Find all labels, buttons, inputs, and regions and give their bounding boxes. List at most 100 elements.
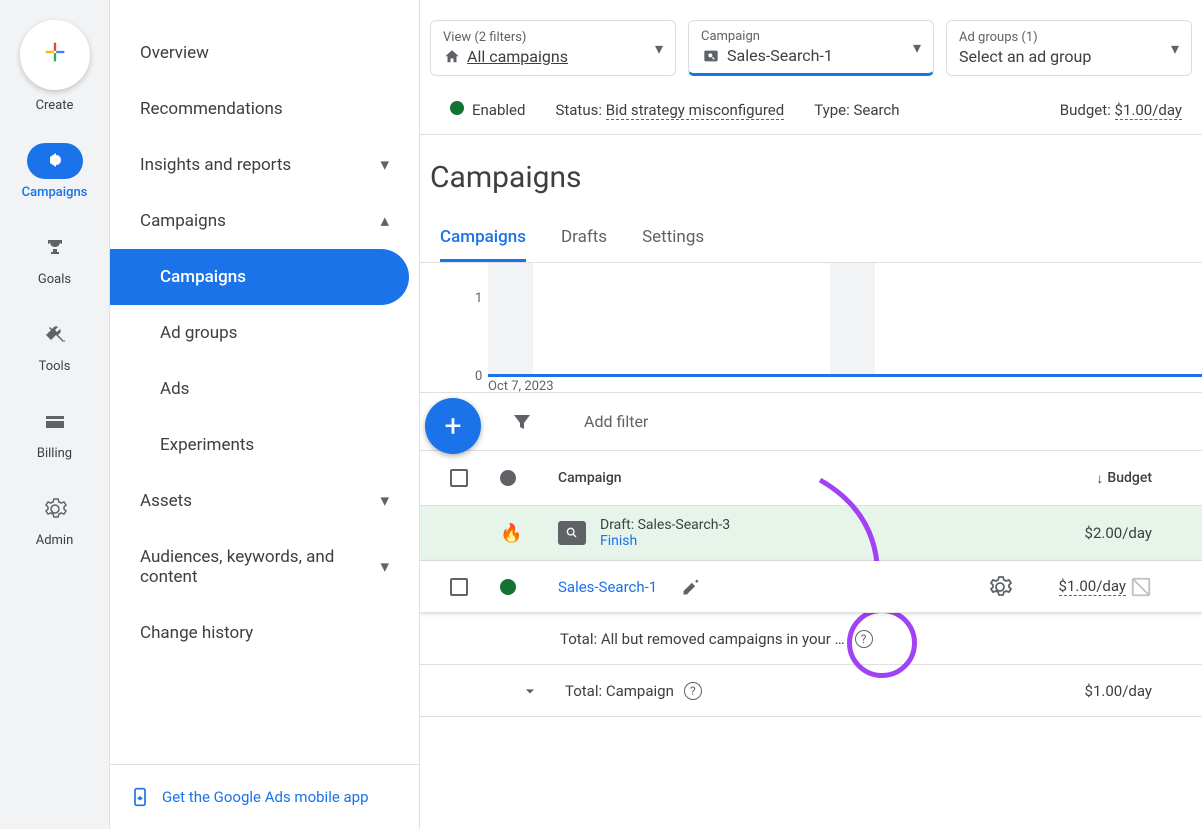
chevron-up-icon: ▴ (380, 211, 389, 231)
filter-row[interactable]: Add filter (420, 393, 1202, 451)
chart-date: Oct 7, 2023 (488, 379, 554, 394)
draft-name: Draft: Sales-Search-3 (600, 517, 730, 533)
status-value[interactable]: Bid strategy misconfigured (606, 101, 784, 120)
chart-disabled-icon (1130, 576, 1152, 598)
card-icon (43, 410, 67, 434)
table-row: Sales-Search-1 $1.00/day (420, 561, 1202, 613)
rail-campaigns-label: Campaigns (22, 185, 88, 200)
chevron-down-icon: ▾ (380, 155, 389, 175)
rail-billing-label: Billing (37, 446, 72, 461)
create-label: Create (36, 98, 74, 113)
mobile-app-link[interactable]: Get the Google Ads mobile app (110, 764, 419, 829)
plus-icon (41, 36, 69, 74)
search-campaign-icon (701, 48, 721, 64)
gear-icon[interactable] (988, 575, 1012, 599)
rail-tools[interactable]: Tools (27, 317, 83, 374)
status-enabled[interactable]: Enabled (450, 101, 525, 119)
nav-change-history[interactable]: Change history (110, 605, 419, 661)
status-filter-icon[interactable] (500, 470, 516, 486)
nav-assets[interactable]: Assets▾ (110, 473, 419, 529)
table-row-draft: 🔥 Draft: Sales-Search-3 Finish $2.00/day (420, 506, 1202, 561)
chart-line (488, 374, 1202, 377)
plus-icon: + (444, 409, 461, 444)
chevron-down-icon: ▾ (380, 557, 389, 577)
phone-icon (130, 783, 150, 811)
col-campaign[interactable]: Campaign (548, 470, 1012, 486)
row-budget: $2.00/day (1012, 524, 1182, 542)
col-budget[interactable]: ↓Budget (1012, 470, 1182, 487)
nav-overview[interactable]: Overview (110, 25, 419, 81)
rail-admin-label: Admin (36, 533, 74, 548)
table-header: Campaign ↓Budget (420, 451, 1202, 506)
scope-view-value: All campaigns (443, 47, 568, 66)
rail-goals-label: Goals (38, 272, 71, 287)
status-type: Type: Search (814, 101, 899, 119)
secondary-nav: Overview Recommendations Insights and re… (110, 0, 420, 829)
nav-insights[interactable]: Insights and reports▾ (110, 137, 419, 193)
chart-band (830, 263, 875, 375)
chevron-down-icon: ▾ (655, 39, 663, 58)
chart-tick: 0 (475, 369, 482, 384)
row-budget[interactable]: $1.00/day (1012, 576, 1182, 598)
status-dot-icon (450, 101, 464, 115)
rail-billing[interactable]: Billing (27, 404, 83, 461)
scope-adgroups[interactable]: Ad groups (1) Select an ad group ▾ (946, 20, 1192, 76)
campaign-link[interactable]: Sales-Search-1 (558, 578, 657, 596)
scope-adgroups-label: Ad groups (1) (959, 30, 1091, 45)
megaphone-icon (43, 149, 67, 173)
help-icon[interactable]: ? (855, 630, 873, 648)
scope-campaign[interactable]: Campaign Sales-Search-1 ▾ (688, 20, 934, 76)
add-campaign-fab[interactable]: + (425, 398, 481, 454)
arrow-down-icon: ↓ (1096, 470, 1103, 487)
page-title: Campaigns (420, 135, 1202, 215)
nav-sub-ads[interactable]: Ads (110, 361, 419, 417)
nav-audiences[interactable]: Audiences, keywords, and content▾ (110, 529, 419, 605)
finish-link[interactable]: Finish (600, 533, 730, 549)
rail-admin[interactable]: Admin (27, 491, 83, 548)
total-row: Total: All but removed campaigns in your… (420, 613, 1202, 665)
rail-campaigns[interactable]: Campaigns (22, 143, 88, 200)
home-icon (443, 48, 461, 66)
nav-sub-adgroups[interactable]: Ad groups (110, 305, 419, 361)
status-bar: Enabled Status: Bid strategy misconfigur… (420, 91, 1202, 135)
scope-bar: View (2 filters) All campaigns ▾ Campaig… (420, 20, 1202, 91)
select-all-checkbox[interactable] (450, 469, 468, 487)
nav-recommendations[interactable]: Recommendations (110, 81, 419, 137)
scope-campaign-label: Campaign (701, 29, 833, 44)
status-status: Status: Bid strategy misconfigured (555, 101, 784, 119)
chevron-down-icon: ▾ (913, 38, 921, 57)
search-icon (558, 521, 586, 545)
row-checkbox[interactable] (450, 578, 468, 596)
left-rail: Create Campaigns Goals Tools Billing Adm… (0, 0, 110, 829)
tabs: Campaigns Drafts Settings (420, 215, 1202, 263)
create-button[interactable]: Create (20, 20, 90, 113)
main-content: View (2 filters) All campaigns ▾ Campaig… (420, 0, 1202, 829)
total-label: Total: All but removed campaigns in your… (520, 630, 845, 648)
scope-campaign-value: Sales-Search-1 (701, 46, 833, 65)
trophy-icon (43, 236, 67, 260)
tab-settings[interactable]: Settings (642, 215, 704, 262)
chevron-down-icon: ▾ (380, 491, 389, 511)
pencil-icon[interactable] (681, 577, 701, 597)
fire-icon: 🔥 (500, 523, 522, 544)
scope-view[interactable]: View (2 filters) All campaigns ▾ (430, 20, 676, 76)
nav-campaigns[interactable]: Campaigns▴ (110, 193, 419, 249)
status-enabled-icon (500, 579, 516, 595)
chevron-down-icon[interactable] (520, 679, 540, 703)
chart-band (488, 263, 533, 375)
budget-value[interactable]: $1.00/day (1115, 101, 1182, 120)
nav-sub-campaigns[interactable]: Campaigns (110, 249, 409, 305)
total-budget: $1.00/day (1012, 682, 1182, 700)
help-icon[interactable]: ? (684, 682, 702, 700)
rail-goals[interactable]: Goals (27, 230, 83, 287)
tab-campaigns[interactable]: Campaigns (440, 215, 526, 262)
filter-icon (510, 410, 534, 434)
status-budget: Budget: $1.00/day (1060, 101, 1182, 119)
add-filter-label: Add filter (584, 412, 648, 431)
nav-sub-experiments[interactable]: Experiments (110, 417, 419, 473)
scope-view-label: View (2 filters) (443, 30, 568, 45)
scope-adgroups-value: Select an ad group (959, 47, 1091, 66)
tools-icon (43, 323, 67, 347)
tab-drafts[interactable]: Drafts (561, 215, 607, 262)
gear-icon (43, 497, 67, 521)
